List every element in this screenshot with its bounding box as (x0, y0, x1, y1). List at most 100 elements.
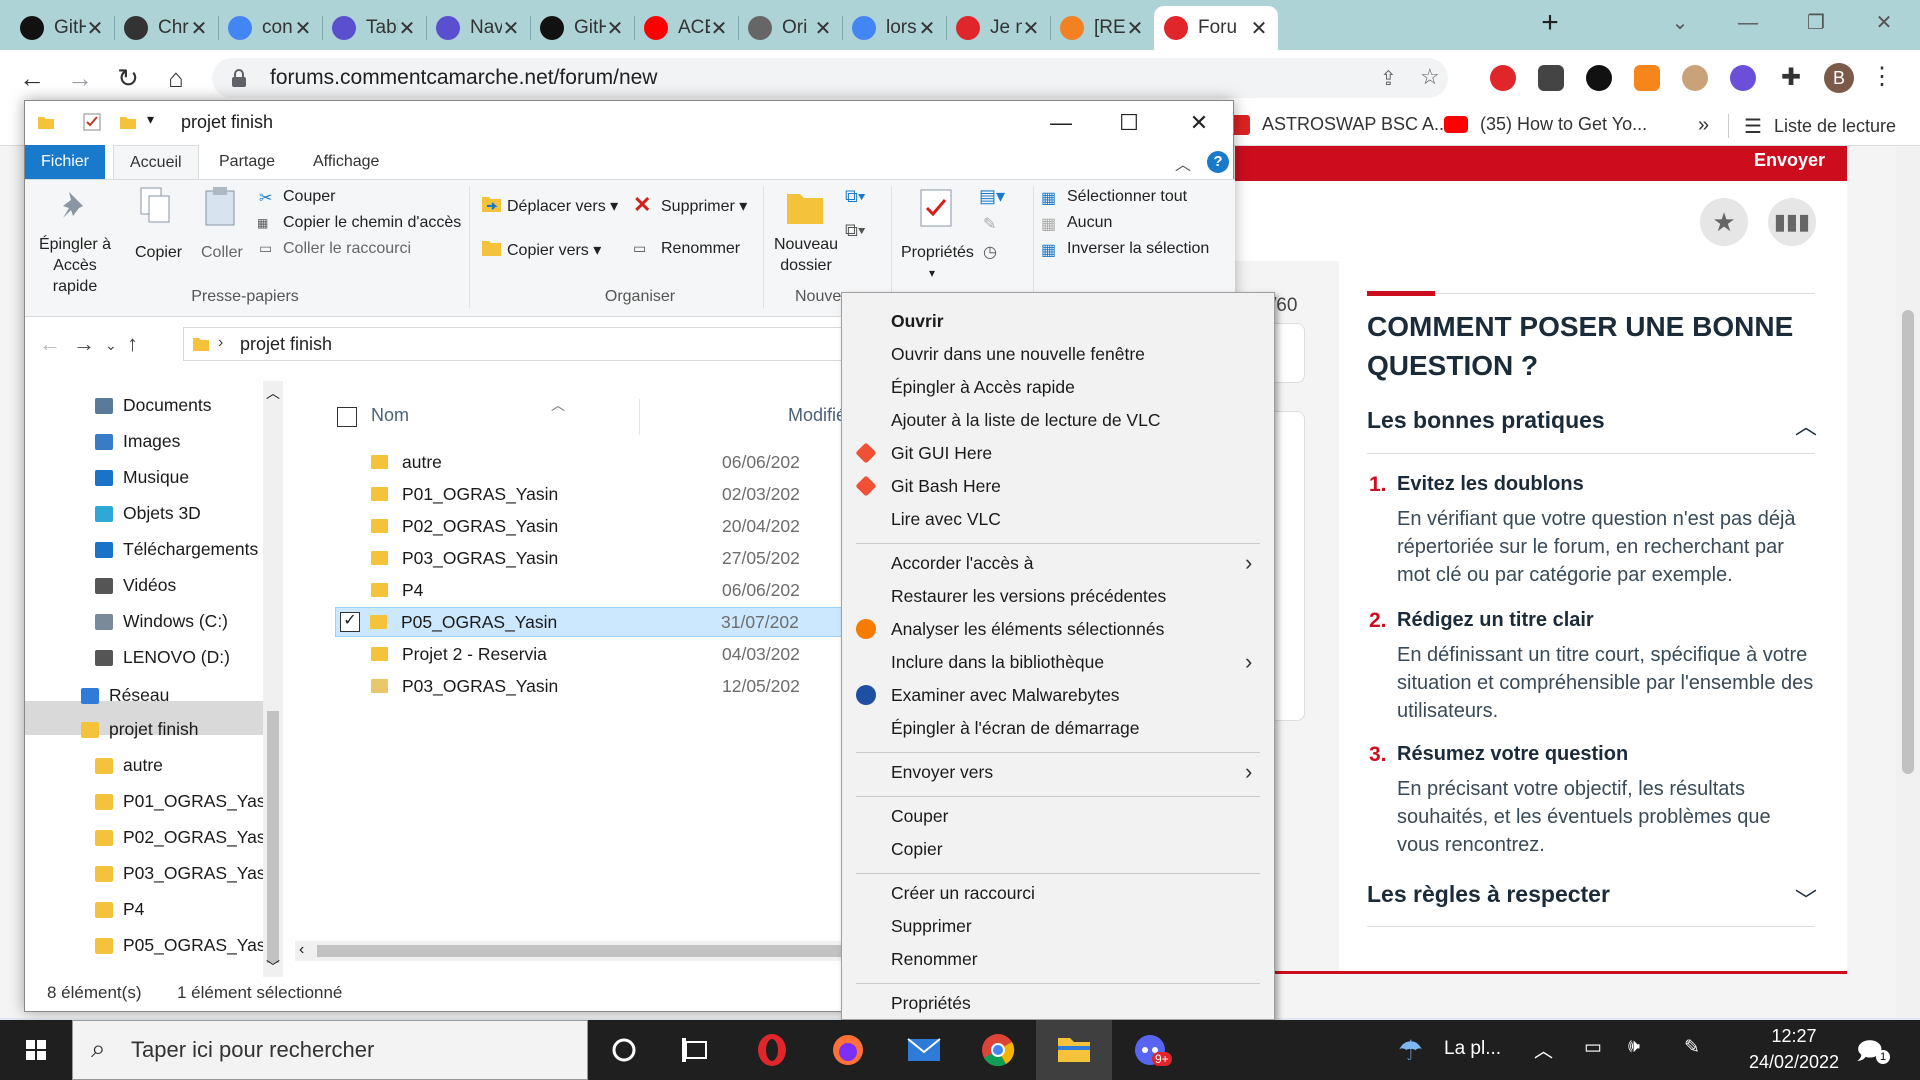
paste-button[interactable]: Coller (201, 244, 243, 262)
clock-date[interactable]: 24/02/2022 (1736, 1052, 1852, 1073)
explorer-maximize-button[interactable]: ☐ (1101, 107, 1157, 139)
context-menu-item[interactable]: Inclure dans la bibliothèque › (842, 647, 1274, 677)
chrome-menu-icon[interactable]: ⋮ (1870, 62, 1894, 91)
context-menu-item[interactable]: Copier (842, 834, 1274, 864)
delete-button[interactable]: Supprimer ▾ (661, 196, 747, 216)
windows-start-icon[interactable] (0, 1020, 72, 1080)
context-menu-item[interactable]: Propriétés (842, 988, 1274, 1018)
clock-time[interactable]: 12:27 (1744, 1026, 1844, 1047)
context-menu-item[interactable]: Ajouter à la liste de lecture de VLC (842, 405, 1274, 435)
share-icon[interactable]: ⇪ (1380, 66, 1397, 91)
close-tab-icon[interactable]: ✕ (918, 16, 936, 41)
nav-item[interactable]: P03_OGRAS_Yasin (95, 863, 279, 884)
properties-dropdown-icon[interactable]: ▾ (929, 266, 935, 280)
close-tab-icon[interactable]: ✕ (1022, 16, 1040, 41)
close-tab-icon[interactable]: ✕ (814, 16, 832, 41)
properties-check-icon[interactable] (83, 113, 101, 131)
new-tab-button[interactable]: + (1536, 8, 1564, 38)
opera-extension-icon[interactable] (1490, 65, 1516, 91)
battery-icon[interactable]: ▭ (1584, 1036, 1602, 1059)
recent-locations-icon[interactable]: ⌄ (105, 337, 117, 354)
close-tab-icon[interactable]: ✕ (86, 16, 104, 41)
browser-tab[interactable]: Je n ✕ (946, 6, 1050, 50)
browser-tab[interactable]: GitH ✕ (10, 6, 114, 50)
scroll-down-icon[interactable]: ﹀ (266, 957, 280, 977)
reading-list-button[interactable]: ☰ Liste de lecture (1744, 114, 1896, 139)
close-tab-icon[interactable]: ✕ (1126, 16, 1144, 41)
paste-shortcut-button[interactable]: Coller le raccourci (283, 240, 411, 258)
wappalyzer-extension-icon[interactable] (1586, 65, 1612, 91)
mail-icon[interactable] (904, 1030, 944, 1070)
back-button[interactable]: ← (16, 62, 48, 94)
scroll-left-icon[interactable]: ‹ (299, 941, 304, 959)
taskbar-search[interactable]: ⌕ Taper ici pour rechercher (72, 1020, 588, 1080)
video-extension-icon[interactable] (1538, 65, 1564, 91)
forward-button[interactable]: → (64, 62, 96, 94)
file-row[interactable]: autre 06/06/202 (337, 447, 865, 477)
select-all-checkbox[interactable] (337, 407, 357, 427)
explorer-back-button[interactable]: ← (39, 331, 61, 357)
column-header-name[interactable]: Nom (371, 405, 409, 426)
nav-item[interactable]: Musique (95, 467, 189, 488)
bookmark-youtube[interactable]: (35) How to Get Yo... (1444, 114, 1647, 135)
extensions-puzzle-icon[interactable]: ✚ (1778, 65, 1804, 91)
tab-home[interactable]: Accueil (113, 145, 199, 179)
close-tab-icon[interactable]: ✕ (606, 16, 624, 41)
tray-overflow-icon[interactable]: ︿ (1534, 1036, 1553, 1063)
copy-path-button[interactable]: Copier le chemin d'accès (283, 214, 461, 232)
lock-icon[interactable] (230, 68, 248, 88)
explorer-forward-button[interactable]: → (73, 331, 95, 357)
nav-item[interactable]: LENOVO (D:) (95, 647, 230, 668)
navigation-scrollbar-thumb[interactable] (267, 711, 279, 963)
rules-heading[interactable]: Les règles à respecter (1367, 881, 1610, 908)
close-tab-icon[interactable]: ✕ (710, 16, 728, 41)
file-row[interactable]: Projet 2 - Reservia 04/03/202 (337, 639, 865, 669)
nav-item[interactable]: P4 (95, 899, 144, 920)
nav-item[interactable]: Réseau (81, 685, 169, 706)
row-checkbox[interactable]: ✓ (340, 612, 360, 632)
send-button[interactable]: Envoyer (1754, 150, 1825, 171)
scroll-up-icon[interactable]: ︿ (266, 383, 280, 403)
page-scrollbar-thumb[interactable] (1902, 310, 1914, 774)
breadcrumb-folder[interactable]: projet finish (240, 334, 332, 355)
explorer-minimize-button[interactable]: — (1033, 107, 1089, 139)
nav-item[interactable]: Images (95, 431, 180, 452)
file-row[interactable]: P03_OGRAS_Yasin 27/05/202 (337, 543, 865, 573)
browser-tab[interactable]: lors ✕ (842, 6, 946, 50)
chrome-icon[interactable] (978, 1030, 1018, 1070)
close-tab-icon[interactable]: ✕ (190, 16, 208, 41)
nav-item[interactable]: projet finish (81, 719, 199, 740)
context-menu-item[interactable]: Lire avec VLC (842, 504, 1274, 534)
copy-to-button[interactable]: Copier vers ▾ (507, 240, 601, 260)
best-practices-heading[interactable]: Les bonnes pratiques (1367, 407, 1605, 434)
select-none-button[interactable]: Aucun (1067, 214, 1112, 232)
address-bar[interactable]: forums.commentcamarche.net/forum/new ⇪ ☆ (212, 58, 1448, 98)
task-view-icon[interactable] (676, 1030, 716, 1070)
opera-icon[interactable] (752, 1030, 792, 1070)
context-menu-item[interactable]: Renommer (842, 944, 1274, 974)
firefox-icon[interactable] (828, 1030, 868, 1070)
metamask-extension-icon[interactable] (1634, 65, 1660, 91)
cut-button[interactable]: Couper (283, 188, 335, 206)
context-menu-item[interactable]: Épingler à l'écran de démarrage (842, 713, 1274, 743)
context-menu-item[interactable]: Git GUI Here (842, 438, 1274, 468)
context-menu-item[interactable]: Restaurer les versions précédentes (842, 581, 1274, 611)
close-tab-icon[interactable]: ✕ (502, 16, 520, 41)
file-row[interactable]: P4 06/06/202 (337, 575, 865, 605)
restore-button[interactable]: ❐ (1786, 6, 1846, 40)
select-all-button[interactable]: Sélectionner tout (1067, 188, 1187, 206)
context-menu-item[interactable]: Examiner avec Malwarebytes (842, 680, 1274, 710)
favorite-star-button[interactable]: ★ (1700, 198, 1748, 246)
pen-icon[interactable]: ✎ (1684, 1036, 1700, 1059)
file-row[interactable]: P02_OGRAS_Yasin 20/04/202 (337, 511, 865, 541)
tab-share[interactable]: Partage (203, 145, 291, 179)
explorer-close-button[interactable]: ✕ (1171, 107, 1227, 139)
nav-item[interactable]: Téléchargements (95, 539, 258, 560)
explorer-address-box[interactable]: › projet finish (183, 327, 883, 361)
browser-tab[interactable]: Nav ✕ (426, 6, 530, 50)
context-menu-item[interactable]: Envoyer vers › (842, 757, 1274, 787)
new-folder-quick-icon[interactable] (119, 113, 137, 131)
nav-item[interactable]: Vidéos (95, 575, 176, 596)
context-menu-item[interactable]: Supprimer (842, 911, 1274, 941)
page-scrollbar[interactable] (1896, 146, 1920, 1018)
